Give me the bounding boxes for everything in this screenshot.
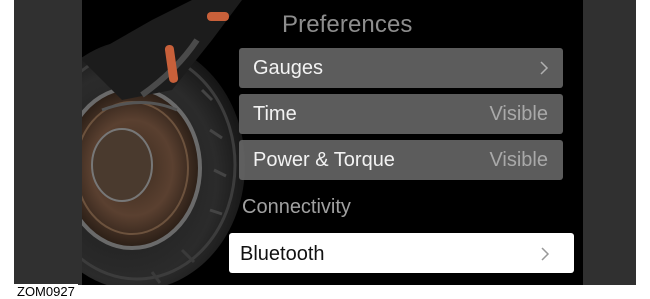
menu-item-power-torque[interactable]: Power & Torque Visible [239, 140, 563, 180]
chevron-right-icon [540, 61, 549, 75]
display-screen: Preferences Gauges Time Visible Power & … [82, 0, 583, 285]
section-heading-connectivity: Connectivity [242, 196, 351, 218]
preferences-title: Preferences [282, 11, 413, 38]
menu-item-label: Bluetooth [240, 243, 325, 265]
menu-item-time[interactable]: Time Visible [239, 94, 563, 134]
menu-item-value: Visible [489, 103, 548, 125]
menu-item-value: Visible [489, 149, 548, 171]
left-bezel [14, 0, 82, 285]
menu-item-label: Gauges [253, 57, 324, 79]
menu-item-label: Power & Torque [253, 149, 395, 171]
menu-item-bluetooth[interactable]: Bluetooth [229, 233, 574, 273]
right-bezel [583, 0, 636, 285]
menu-item-gauges[interactable]: Gauges [239, 48, 563, 88]
menu-item-label: Time [253, 103, 297, 125]
chevron-right-icon [541, 247, 550, 261]
figure-code-label: ZOM0927 [14, 284, 78, 299]
